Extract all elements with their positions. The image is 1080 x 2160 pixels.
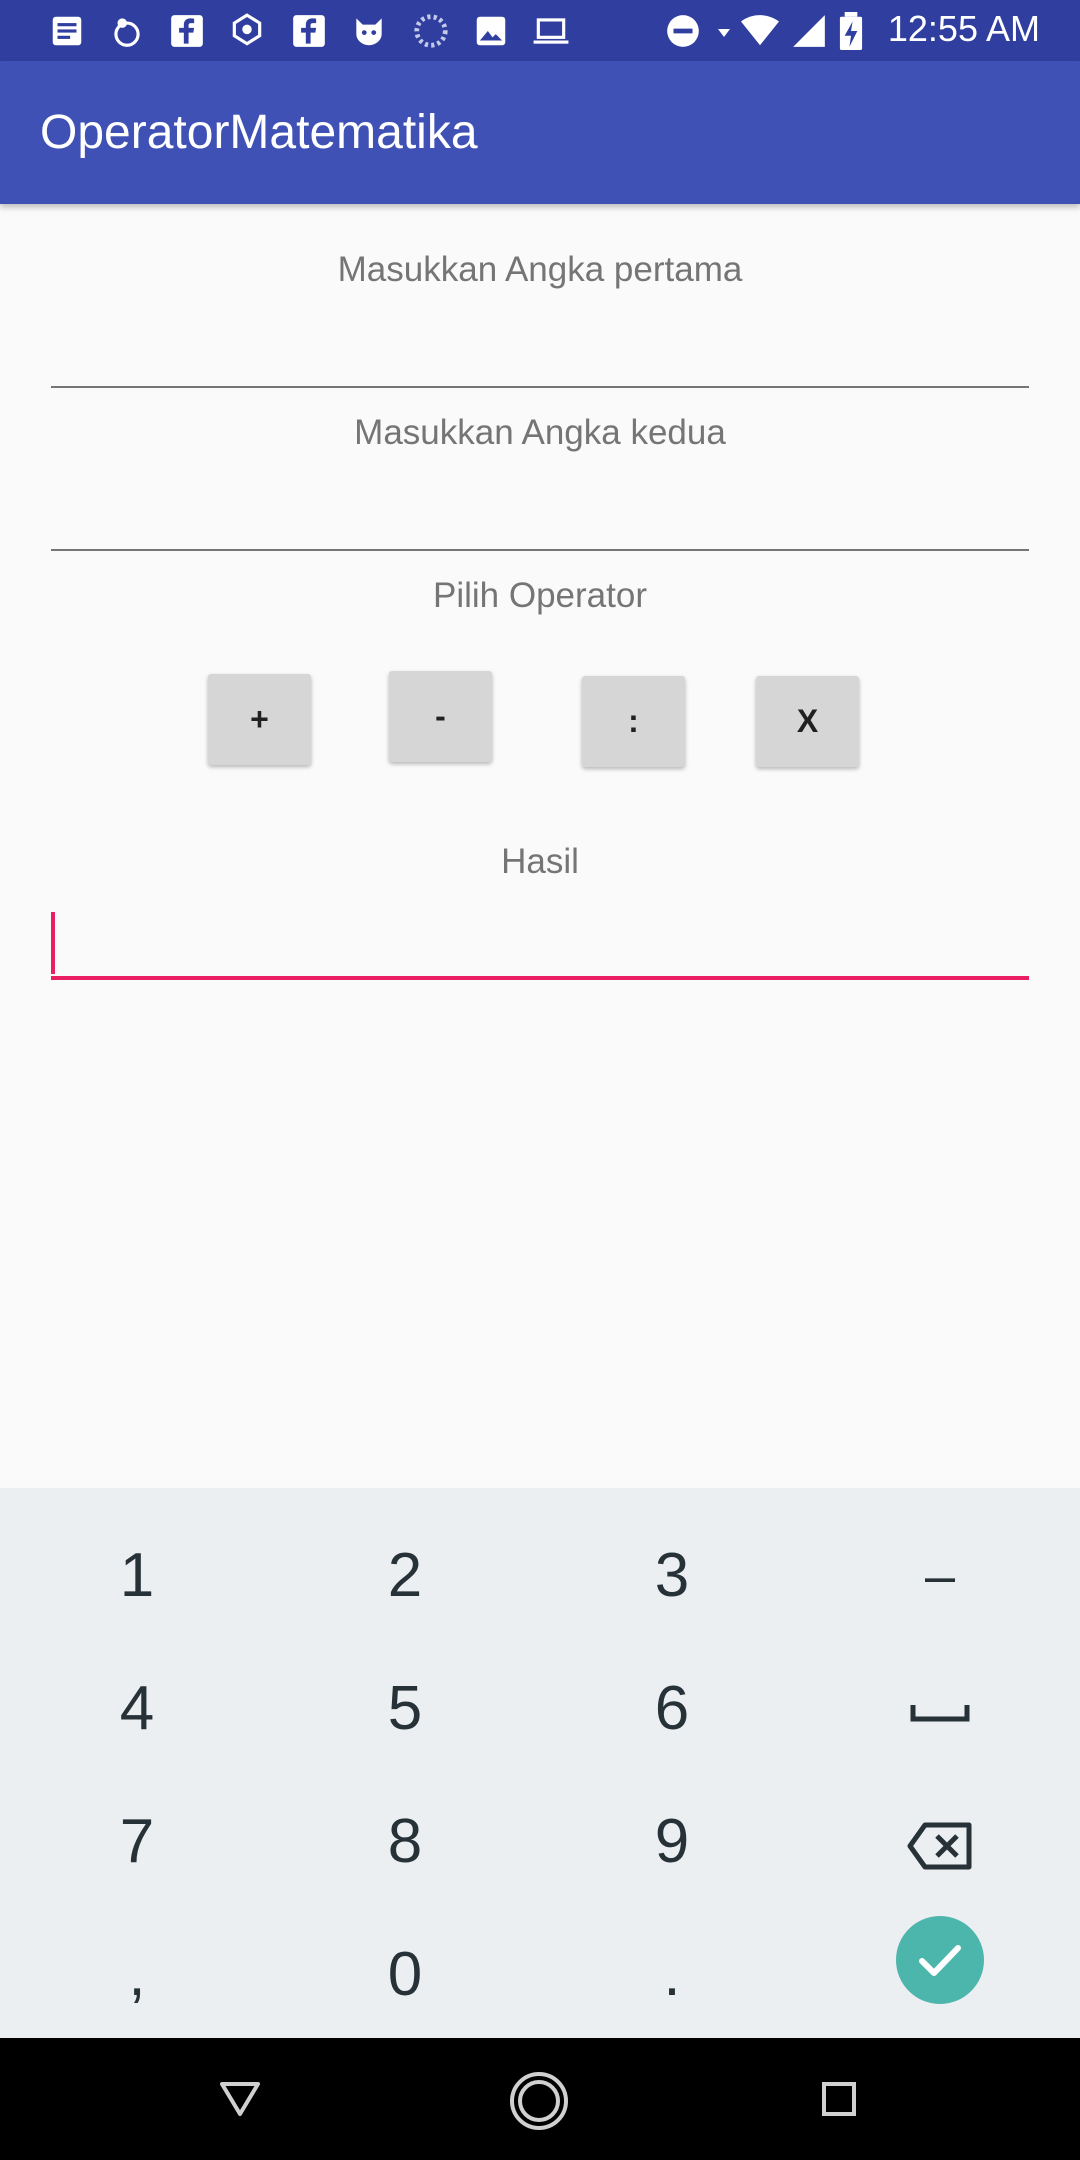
laptop-icon	[533, 18, 569, 44]
key-space[interactable]	[806, 1643, 1074, 1775]
first-number-input[interactable]	[51, 318, 1029, 388]
key-comma[interactable]: ,	[3, 1909, 271, 2041]
second-number-input[interactable]	[51, 481, 1029, 551]
signal-icon	[793, 15, 825, 47]
cat-icon	[356, 18, 382, 46]
battery-charging-icon	[839, 12, 863, 50]
first-number-label: Masukkan Angka pertama	[337, 250, 743, 289]
key-4[interactable]: 4	[3, 1643, 271, 1775]
key-minus[interactable]: –	[806, 1510, 1074, 1642]
key-period[interactable]: .	[538, 1909, 806, 2041]
status-bar: 12:55 AM	[0, 0, 1080, 61]
key-6[interactable]: 6	[538, 1643, 806, 1775]
text-cursor	[51, 912, 55, 974]
key-0[interactable]: 0	[271, 1909, 539, 2041]
key-3[interactable]: 3	[538, 1510, 806, 1642]
loading-icon	[414, 14, 448, 48]
wifi-icon	[741, 15, 779, 46]
facebook-icon	[293, 15, 325, 47]
divide-button[interactable]: :	[582, 676, 685, 767]
space-icon	[910, 1704, 970, 1722]
key-9[interactable]: 9	[538, 1776, 806, 1908]
tricolor-logo-icon	[232, 13, 262, 46]
notification-icon	[52, 16, 82, 46]
operator-label: Pilih Operator	[433, 576, 647, 615]
key-2[interactable]: 2	[271, 1510, 539, 1642]
app-title: OperatorMatematika	[40, 106, 478, 159]
do-not-disturb-icon	[667, 15, 699, 47]
key-8[interactable]: 8	[271, 1776, 539, 1908]
subtract-button[interactable]: -	[389, 671, 492, 762]
app-bar: OperatorMatematika	[0, 61, 1080, 204]
multiply-button[interactable]: X	[756, 676, 859, 767]
clock: 12:55 AM	[887, 8, 1040, 49]
checkmark-icon	[919, 1945, 961, 1976]
backspace-icon	[907, 1822, 972, 1870]
home-icon[interactable]	[508, 2070, 570, 2132]
key-1[interactable]: 1	[3, 1510, 271, 1642]
key-5[interactable]: 5	[271, 1643, 539, 1775]
key-backspace[interactable]	[806, 1776, 1074, 1908]
second-number-label: Masukkan Angka kedua	[354, 413, 726, 452]
key-7[interactable]: 7	[3, 1776, 271, 1908]
result-label: Hasil	[501, 842, 579, 881]
done-button[interactable]	[896, 1916, 984, 2004]
add-button[interactable]: +	[208, 674, 311, 765]
data-arrow-icon	[718, 29, 730, 37]
back-icon[interactable]	[219, 2080, 261, 2118]
navigation-bar	[0, 2038, 1080, 2160]
result-input[interactable]	[51, 910, 1029, 980]
facebook-icon	[171, 15, 203, 47]
image-icon	[476, 16, 506, 46]
recents-icon[interactable]	[822, 2082, 856, 2116]
uc-browser-icon	[114, 18, 140, 47]
